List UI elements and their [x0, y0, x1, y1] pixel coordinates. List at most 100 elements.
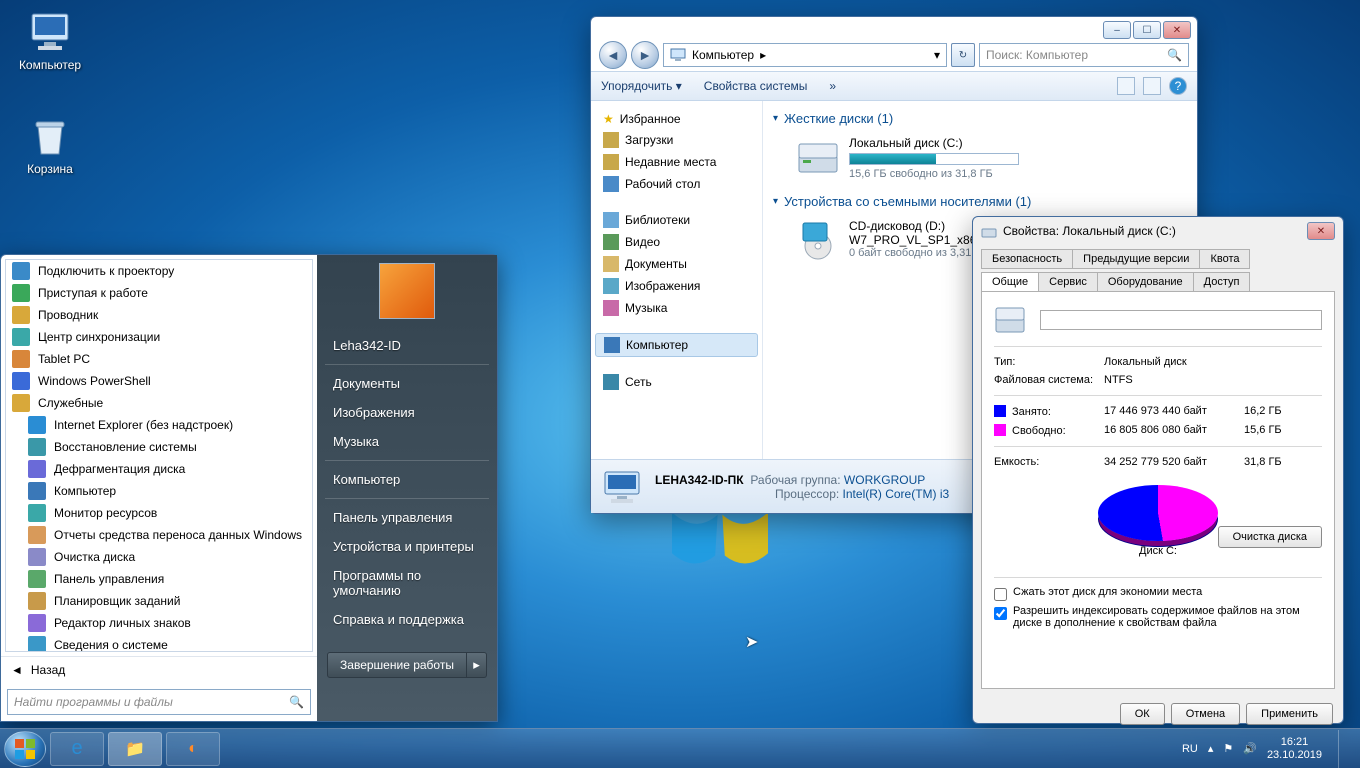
program-item[interactable]: Сведения о системе: [6, 634, 312, 652]
sm-documents[interactable]: Документы: [317, 369, 497, 398]
tab-quota[interactable]: Квота: [1199, 249, 1250, 269]
desktop-icon-recycle[interactable]: Корзина: [12, 112, 88, 176]
tab-security[interactable]: Безопасность: [981, 249, 1073, 269]
cancel-button[interactable]: Отмена: [1171, 703, 1240, 725]
address-bar[interactable]: Компьютер ▸ ▾: [663, 43, 947, 67]
cursor-icon: ➤: [745, 632, 758, 652]
program-item[interactable]: Tablet PC: [6, 348, 312, 370]
program-icon: [12, 372, 30, 390]
nav-computer[interactable]: Компьютер: [595, 333, 758, 357]
back-button[interactable]: ◄Назад: [1, 656, 317, 683]
program-item[interactable]: Приступая к работе: [6, 282, 312, 304]
program-item[interactable]: Монитор ресурсов: [6, 502, 312, 524]
sm-music[interactable]: Музыка: [317, 427, 497, 456]
hdd-icon: [797, 136, 839, 178]
program-item[interactable]: Отчеты средства переноса данных Windows: [6, 524, 312, 546]
program-item[interactable]: Панель управления: [6, 568, 312, 590]
program-item[interactable]: Очистка диска: [6, 546, 312, 568]
program-item[interactable]: Подключить к проектору: [6, 260, 312, 282]
nav-video[interactable]: Видео: [595, 231, 758, 253]
forward-button[interactable]: ►: [631, 41, 659, 69]
tab-service[interactable]: Сервис: [1038, 272, 1098, 292]
maximize-button[interactable]: ☐: [1133, 21, 1161, 39]
minimize-button[interactable]: –: [1103, 21, 1131, 39]
nav-music[interactable]: Музыка: [595, 297, 758, 319]
category-removable[interactable]: Устройства со съемными носителями (1): [773, 190, 1187, 213]
user-avatar[interactable]: [379, 263, 435, 319]
search-input[interactable]: Поиск: Компьютер 🔍: [979, 43, 1189, 67]
show-desktop-button[interactable]: [1338, 730, 1350, 768]
system-properties[interactable]: Свойства системы: [704, 79, 808, 93]
refresh-button[interactable]: ↻: [951, 43, 975, 67]
taskbar-media[interactable]: ◐: [166, 732, 220, 766]
sm-pictures[interactable]: Изображения: [317, 398, 497, 427]
program-item[interactable]: Windows PowerShell: [6, 370, 312, 392]
shutdown-button[interactable]: Завершение работы: [327, 652, 467, 678]
program-item[interactable]: Компьютер: [6, 480, 312, 502]
taskbar-explorer[interactable]: 📁: [108, 732, 162, 766]
nav-recent[interactable]: Недавние места: [595, 151, 758, 173]
help-button[interactable]: ?: [1169, 77, 1187, 95]
ok-button[interactable]: ОК: [1120, 703, 1165, 725]
user-name[interactable]: Leha342-ID: [317, 331, 497, 360]
back-button[interactable]: ◄: [599, 41, 627, 69]
program-item[interactable]: Восстановление системы: [6, 436, 312, 458]
disk-cleanup-button[interactable]: Очистка диска: [1218, 526, 1322, 548]
program-item[interactable]: Центр синхронизации: [6, 326, 312, 348]
drive-c[interactable]: Локальный диск (C:) 15,6 ГБ свободно из …: [773, 130, 1187, 190]
nav-desktop[interactable]: Рабочий стол: [595, 173, 758, 195]
nav-downloads[interactable]: Загрузки: [595, 129, 758, 151]
sm-computer[interactable]: Компьютер: [317, 465, 497, 494]
volume-label-input[interactable]: [1040, 310, 1322, 330]
tab-previous-versions[interactable]: Предыдущие версии: [1072, 249, 1200, 269]
tab-general[interactable]: Общие: [981, 272, 1039, 292]
program-item[interactable]: Проводник: [6, 304, 312, 326]
close-button[interactable]: ✕: [1163, 21, 1191, 39]
sm-devices[interactable]: Устройства и принтеры: [317, 532, 497, 561]
toolbar-overflow[interactable]: »: [829, 79, 836, 93]
nav-network[interactable]: Сеть: [595, 371, 758, 393]
program-item[interactable]: Редактор личных знаков: [6, 612, 312, 634]
preview-pane-button[interactable]: [1143, 77, 1161, 95]
program-icon: [28, 570, 46, 588]
volume-icon[interactable]: 🔊: [1243, 742, 1257, 755]
sm-default-programs[interactable]: Программы по умолчанию: [317, 561, 497, 605]
tab-sharing[interactable]: Доступ: [1193, 272, 1251, 292]
properties-dialog: Свойства: Локальный диск (C:) ✕ Безопасн…: [972, 216, 1344, 724]
media-icon: ◐: [188, 740, 198, 758]
nav-favorites[interactable]: ★Избранное: [595, 109, 758, 129]
action-center-icon[interactable]: ⚑: [1223, 742, 1233, 755]
program-item[interactable]: Служебные: [6, 392, 312, 414]
apply-button[interactable]: Применить: [1246, 703, 1333, 725]
program-icon: [12, 306, 30, 324]
program-item[interactable]: Дефрагментация диска: [6, 458, 312, 480]
lang-indicator[interactable]: RU: [1182, 743, 1198, 755]
clock[interactable]: 16:21 23.10.2019: [1267, 736, 1322, 762]
start-button[interactable]: [4, 731, 46, 767]
tab-hardware[interactable]: Оборудование: [1097, 272, 1194, 292]
tray-chevron[interactable]: ▴: [1208, 742, 1214, 755]
sm-help[interactable]: Справка и поддержка: [317, 605, 497, 634]
index-checkbox[interactable]: Разрешить индексировать содержимое файло…: [994, 603, 1322, 631]
drive-free: 15,6 ГБ свободно из 31,8 ГБ: [849, 168, 1183, 180]
program-item[interactable]: Internet Explorer (без надстроек): [6, 414, 312, 436]
close-button[interactable]: ✕: [1307, 222, 1335, 240]
program-icon: [28, 636, 46, 652]
organize-menu[interactable]: Упорядочить ▾: [601, 79, 682, 93]
program-item[interactable]: Планировщик заданий: [6, 590, 312, 612]
sm-control-panel[interactable]: Панель управления: [317, 503, 497, 532]
computer-icon: [26, 8, 74, 56]
nav-documents[interactable]: Документы: [595, 253, 758, 275]
view-button[interactable]: [1117, 77, 1135, 95]
desktop-icon-computer[interactable]: Компьютер: [12, 8, 88, 72]
search-programs-input[interactable]: Найти программы и файлы🔍: [7, 689, 311, 715]
nav-libraries[interactable]: Библиотеки: [595, 209, 758, 231]
nav-pictures[interactable]: Изображения: [595, 275, 758, 297]
category-hdd[interactable]: Жесткие диски (1): [773, 107, 1187, 130]
program-icon: [28, 548, 46, 566]
shutdown-options[interactable]: ▸: [467, 652, 487, 678]
program-icon: [12, 394, 30, 412]
taskbar-ie[interactable]: e: [50, 732, 104, 766]
taskbar: e 📁 ◐ RU ▴ ⚑ 🔊 16:21 23.10.2019: [0, 728, 1360, 768]
compress-checkbox[interactable]: Сжать этот диск для экономии места: [994, 584, 1322, 603]
